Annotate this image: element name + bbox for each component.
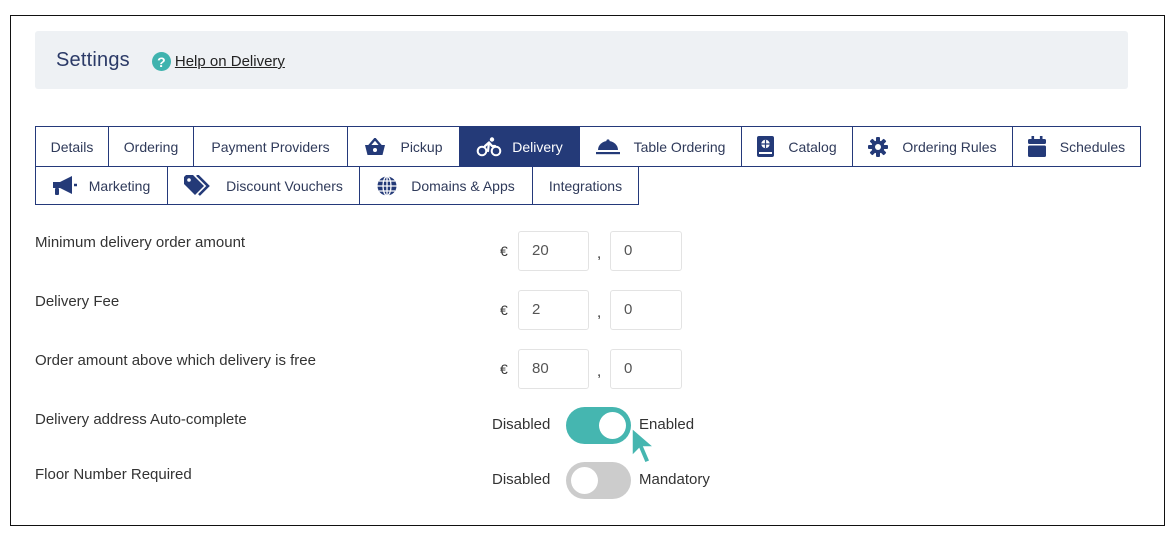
tabs-row-2: Marketing Discount Vouchers Domains & Ap… xyxy=(35,166,639,205)
tab-delivery[interactable]: Delivery xyxy=(459,126,580,167)
free-delivery-decimal-input[interactable]: 0 xyxy=(610,349,682,389)
floor-number-label: Floor Number Required xyxy=(35,466,192,483)
tab-table-ordering[interactable]: Table Ordering xyxy=(579,126,742,167)
tab-pickup[interactable]: Pickup xyxy=(347,126,460,167)
question-circle-icon[interactable]: ? xyxy=(151,52,171,71)
min-order-integer-input[interactable]: 20 xyxy=(518,231,589,271)
tab-details[interactable]: Details xyxy=(35,126,109,167)
delivery-fee-decimal-input[interactable]: 0 xyxy=(610,290,682,330)
currency-symbol: € xyxy=(500,361,508,377)
tab-ordering[interactable]: Ordering xyxy=(108,126,194,167)
autocomplete-label: Delivery address Auto-complete xyxy=(35,411,247,428)
tab-domains-apps[interactable]: Domains & Apps xyxy=(359,166,533,205)
tab-label: Pickup xyxy=(400,138,443,155)
floor-number-on-label: Mandatory xyxy=(639,471,710,488)
tab-ordering-rules[interactable]: Ordering Rules xyxy=(852,126,1013,167)
basket-icon xyxy=(364,137,386,156)
page-title: Settings xyxy=(56,48,130,71)
tab-label: Ordering xyxy=(123,138,179,155)
delivery-fee-integer-input[interactable]: 2 xyxy=(518,290,589,330)
tags-icon xyxy=(184,174,212,197)
book-icon xyxy=(757,136,775,157)
tab-label: Catalog xyxy=(788,138,837,155)
autocomplete-off-label: Disabled xyxy=(492,416,551,433)
min-order-decimal-input[interactable]: 0 xyxy=(610,231,682,271)
tab-schedules[interactable]: Schedules xyxy=(1012,126,1141,167)
cloche-icon xyxy=(595,138,620,155)
tab-label: Payment Providers xyxy=(211,138,330,155)
toggle-knob xyxy=(571,467,598,494)
autocomplete-toggle[interactable] xyxy=(566,407,631,444)
bicycle-icon xyxy=(476,136,502,157)
tab-label: Marketing xyxy=(88,177,151,194)
globe-icon xyxy=(377,175,397,196)
calendar-icon xyxy=(1027,136,1046,157)
tab-marketing[interactable]: Marketing xyxy=(35,166,168,205)
currency-symbol: € xyxy=(500,243,508,259)
tab-payment-providers[interactable]: Payment Providers xyxy=(193,126,348,167)
toggle-knob xyxy=(599,412,626,439)
tab-label: Domains & Apps xyxy=(411,177,515,194)
tabs-row-1: Details Ordering Payment Providers Picku… xyxy=(35,126,1141,167)
tab-label: Integrations xyxy=(548,177,623,194)
settings-header: Settings ? Help on Delivery xyxy=(35,31,1128,89)
min-order-label: Minimum delivery order amount xyxy=(35,234,246,251)
tab-label: Discount Vouchers xyxy=(226,177,343,194)
decimal-separator: , xyxy=(597,245,602,262)
currency-symbol: € xyxy=(500,302,508,318)
decimal-separator: , xyxy=(597,363,602,380)
help-link-group[interactable]: ? Help on Delivery xyxy=(151,52,285,71)
tab-integrations[interactable]: Integrations xyxy=(532,166,639,205)
free-delivery-integer-input[interactable]: 80 xyxy=(518,349,589,389)
tab-label: Delivery xyxy=(512,138,563,155)
tab-label: Details xyxy=(50,138,94,155)
megaphone-icon xyxy=(52,175,77,196)
mouse-cursor-icon xyxy=(630,426,658,473)
decimal-separator: , xyxy=(597,304,602,321)
tab-label: Schedules xyxy=(1059,138,1126,155)
tab-catalog[interactable]: Catalog xyxy=(741,126,853,167)
tab-label: Table Ordering xyxy=(633,138,726,155)
tab-label: Ordering Rules xyxy=(902,138,997,155)
floor-number-toggle[interactable] xyxy=(566,462,631,499)
free-delivery-label: Order amount above which delivery is fre… xyxy=(35,352,316,369)
floor-number-off-label: Disabled xyxy=(492,471,551,488)
tab-discount-vouchers[interactable]: Discount Vouchers xyxy=(167,166,360,205)
gear-icon xyxy=(868,136,889,157)
delivery-fee-label: Delivery Fee xyxy=(35,293,120,310)
help-on-delivery-link[interactable]: Help on Delivery xyxy=(175,53,285,70)
